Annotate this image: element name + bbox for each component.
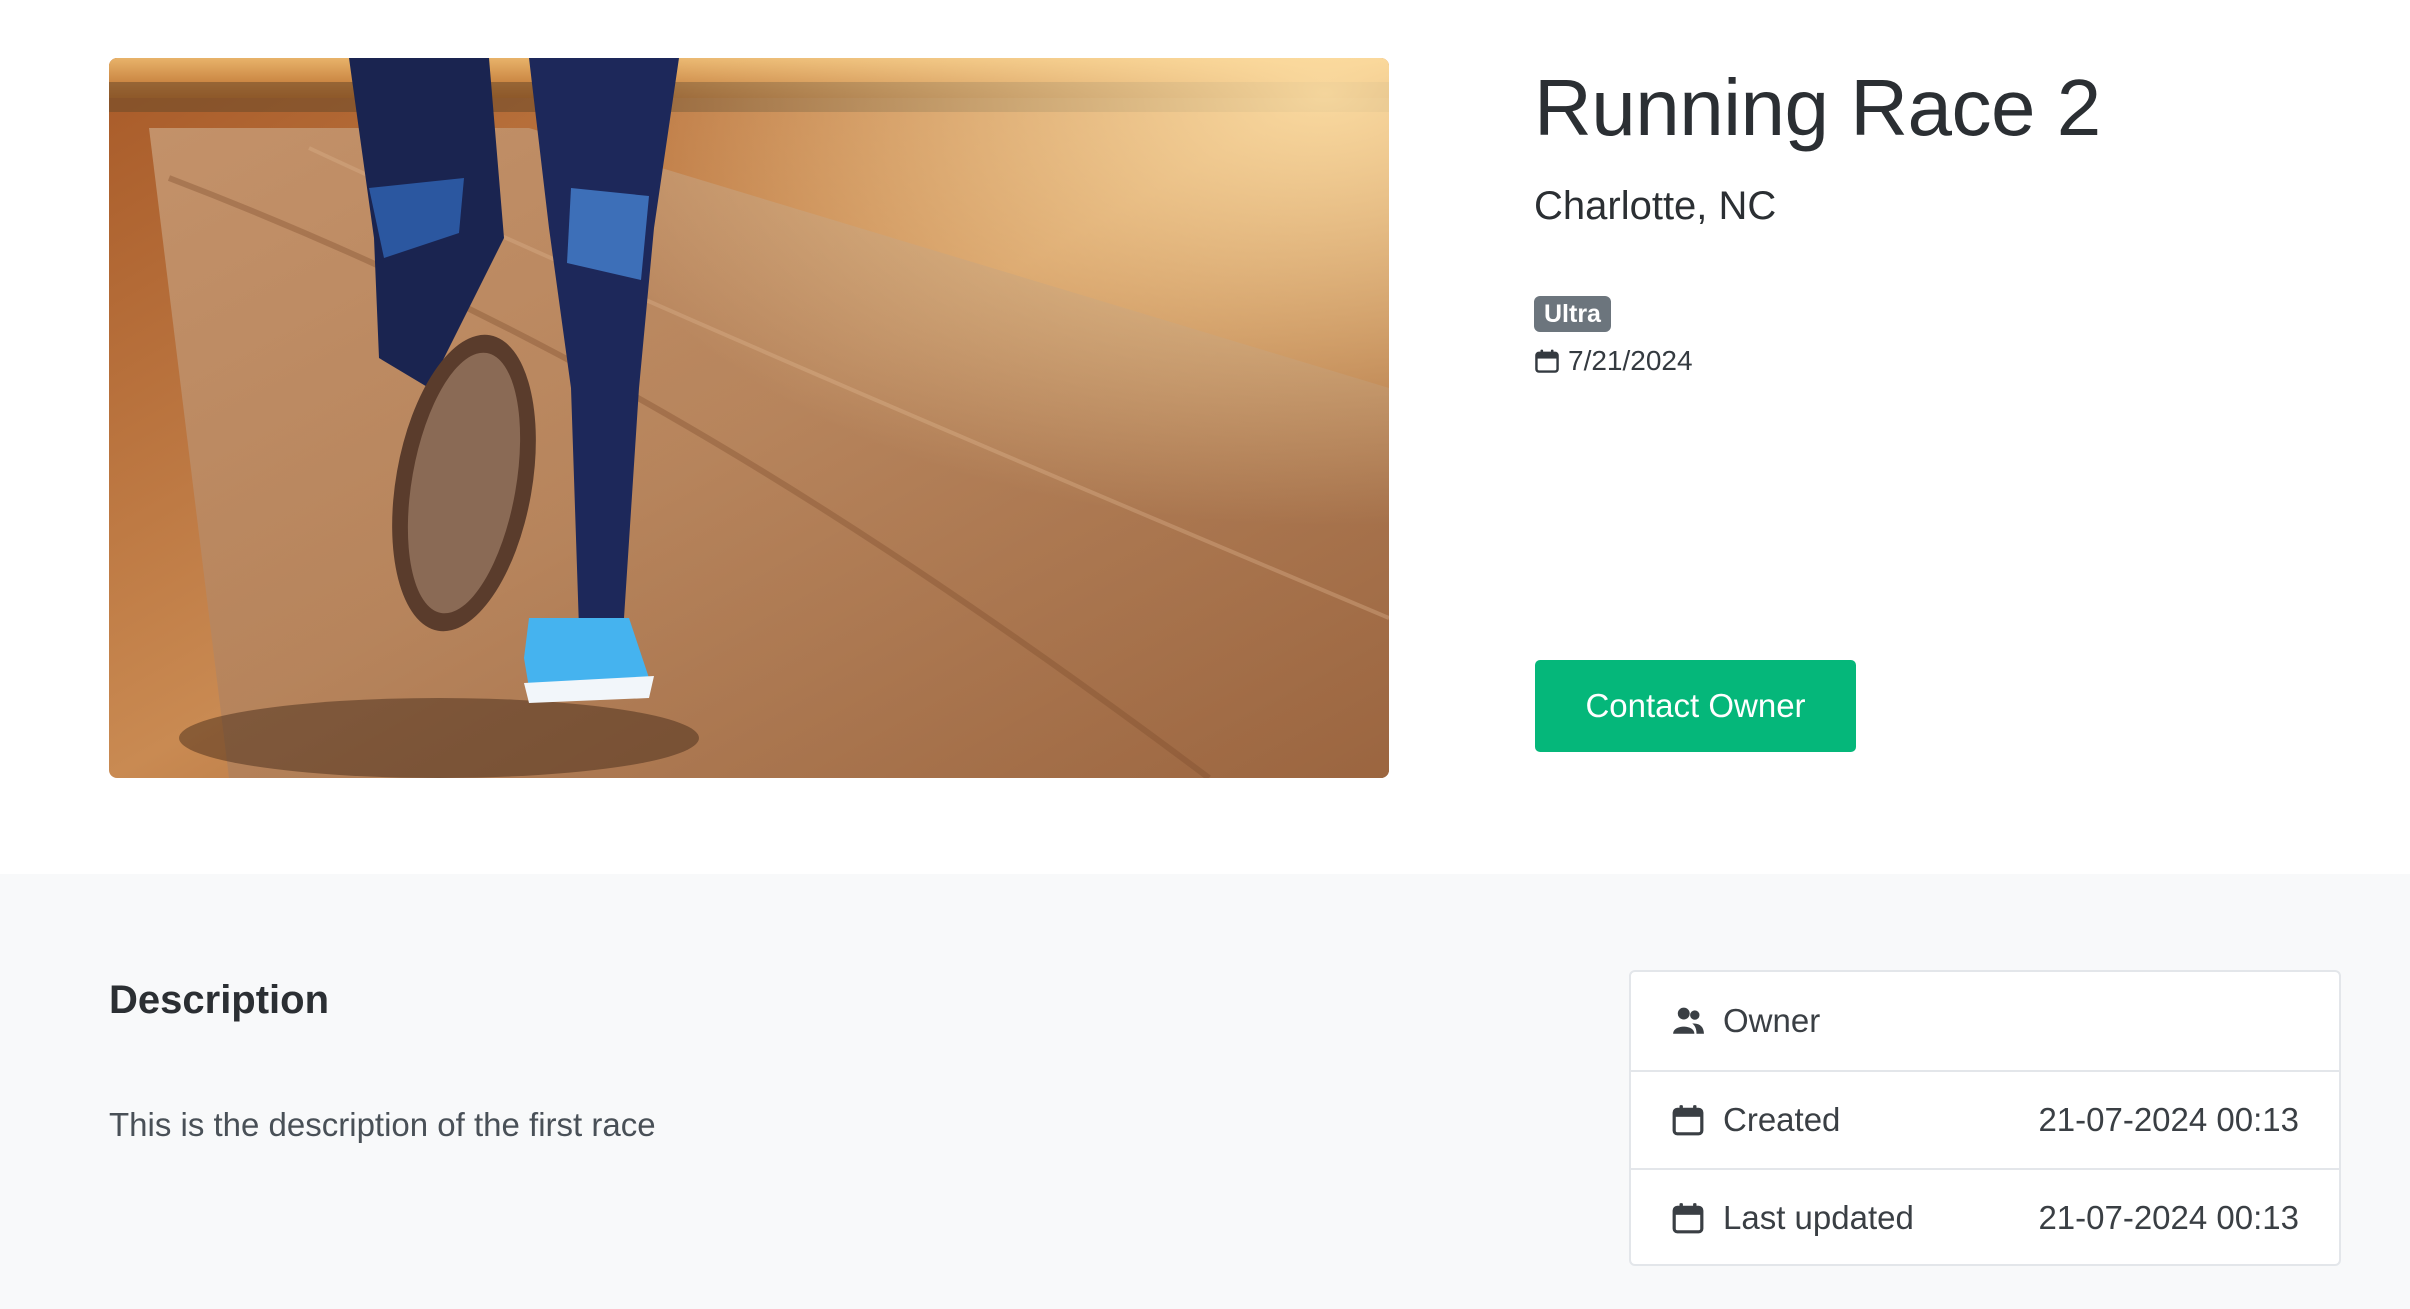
users-icon: [1673, 1007, 1704, 1034]
created-label: Created: [1723, 1101, 1841, 1138]
race-hero-image: [109, 58, 1389, 778]
race-location: Charlotte, NC: [1534, 184, 1777, 228]
race-type-badge: Ultra: [1534, 296, 1611, 332]
meta-row-owner: Owner: [1631, 972, 2339, 1070]
race-date: 7/21/2024: [1534, 342, 1693, 380]
owner-label: Owner: [1723, 1002, 1821, 1039]
calendar-icon: [1535, 349, 1559, 373]
description-text: This is the description of the first rac…: [109, 1106, 656, 1143]
last-updated-value: 21-07-2024 00:13: [2038, 1199, 2299, 1236]
last-updated-label: Last updated: [1723, 1199, 1914, 1236]
calendar-icon: [1672, 1105, 1704, 1136]
race-meta-card: Owner Created 21-07-2024 00:13 Last upda…: [1629, 970, 2341, 1266]
description-heading: Description: [109, 978, 330, 1022]
created-value: 21-07-2024 00:13: [2038, 1101, 2299, 1138]
contact-owner-button[interactable]: Contact Owner: [1535, 660, 1856, 752]
meta-row-created: Created 21-07-2024 00:13: [1631, 1070, 2339, 1168]
race-date-text: 7/21/2024: [1568, 345, 1693, 376]
calendar-icon: [1672, 1203, 1704, 1234]
meta-row-last-updated: Last updated 21-07-2024 00:13: [1631, 1168, 2339, 1266]
race-header-section: Running Race 2 Charlotte, NC Ultra 7/21/…: [0, 0, 2410, 874]
race-title: Running Race 2: [1534, 63, 2101, 152]
race-details-section: Description This is the description of t…: [0, 874, 2410, 1309]
